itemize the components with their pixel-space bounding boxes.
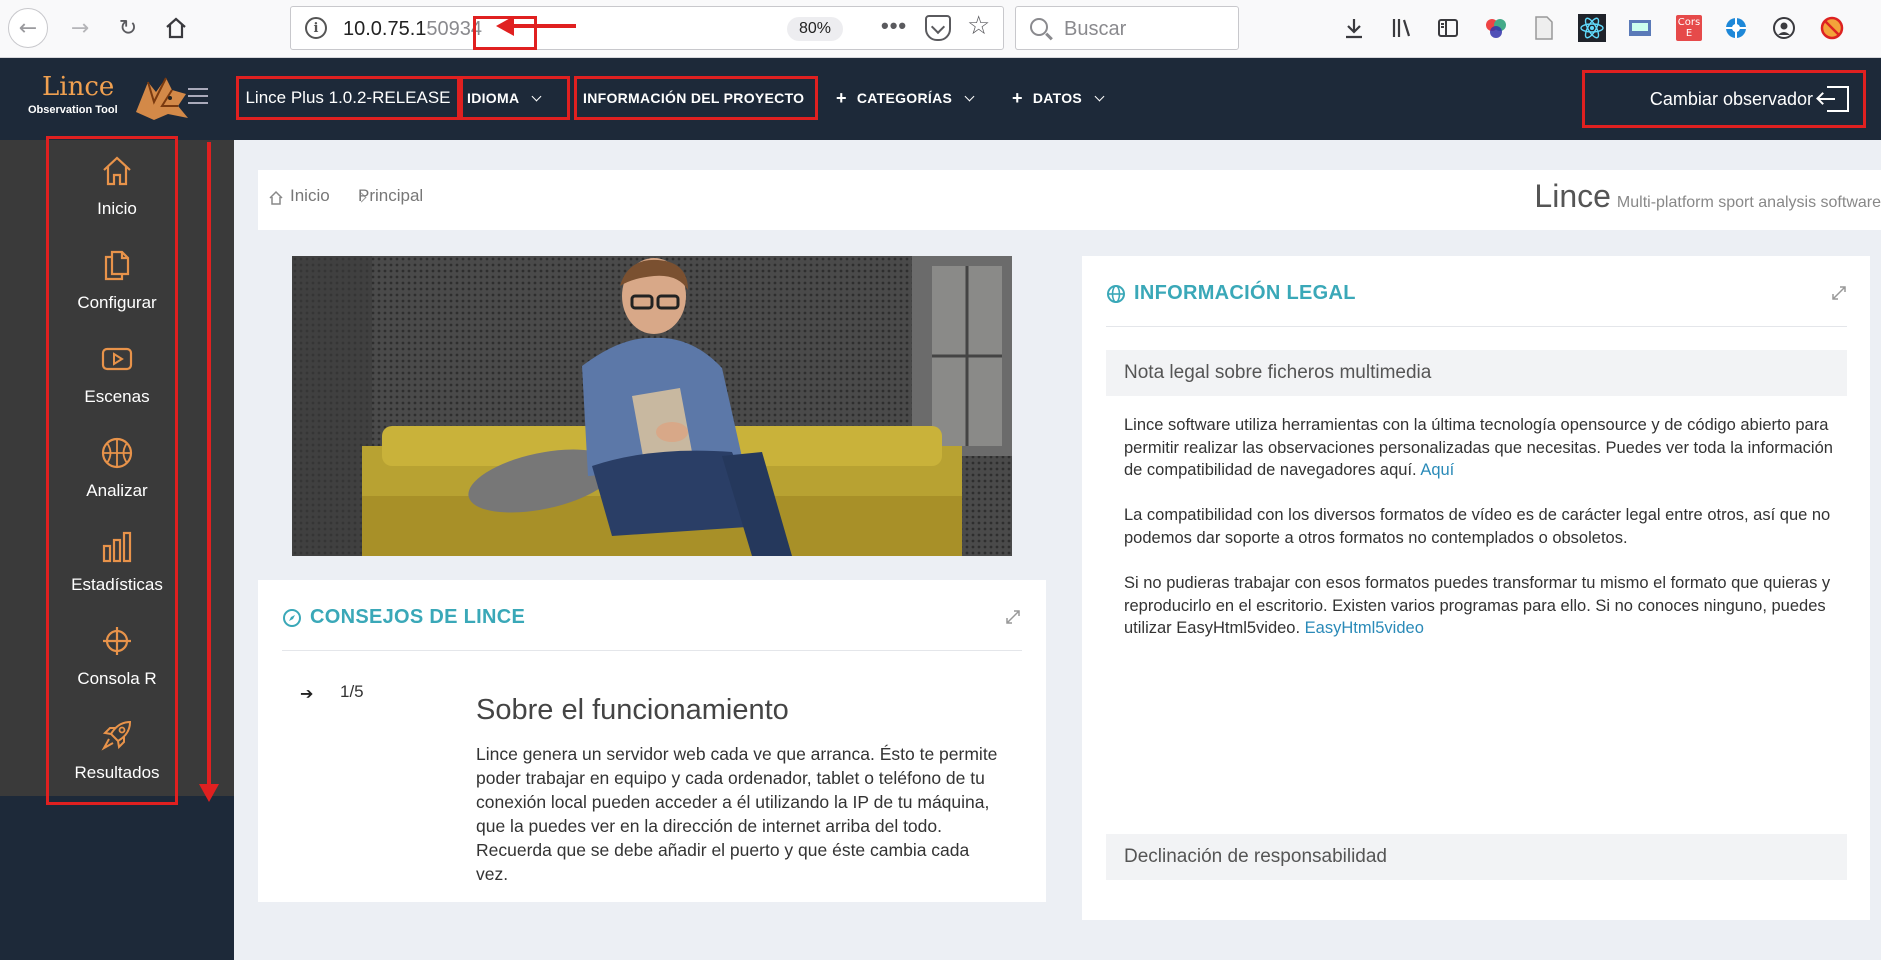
react-devtools-icon[interactable] [1576, 12, 1608, 44]
app-version: Lince Plus 1.0.2-RELEASE [236, 76, 460, 120]
browser-home-button[interactable] [156, 8, 196, 48]
zoom-badge[interactable]: 80% [787, 17, 844, 41]
search-icon [1030, 18, 1048, 36]
plus-icon: + [1012, 87, 1023, 108]
language-menu-label: IDIOMA [467, 90, 520, 106]
legal-title-text: INFORMACIÓN LEGAL [1134, 282, 1356, 304]
forward-button[interactable]: → [60, 8, 100, 48]
change-observer-button[interactable]: Cambiar observador [1582, 70, 1866, 128]
page-actions-icon[interactable]: ••• [881, 13, 907, 39]
page-title: Lince Multi-platform sport analysis softw… [1534, 178, 1881, 215]
hero-image [292, 256, 1012, 556]
plus-icon: + [836, 87, 847, 108]
globe-icon [1107, 284, 1125, 303]
categories-label: CATEGORÍAS [856, 90, 953, 106]
compass-icon [283, 608, 301, 627]
app-header: Lince Observation Tool Lince Plus 1.0.2-… [0, 58, 1881, 140]
legal-p1-text: Lince software utiliza herramientas con … [1124, 416, 1833, 479]
library-icon[interactable] [1386, 12, 1418, 44]
logo-subtitle: Observation Tool [28, 104, 118, 116]
legal-paragraph-2: La compatibilidad con los diversos forma… [1124, 506, 1831, 547]
url-bar[interactable]: i 10.0.75.150934 80% ••• ☆ [290, 6, 1004, 50]
annotation-arrow [496, 16, 576, 36]
categories-menu[interactable]: + CATEGORÍAS [836, 76, 975, 120]
blue-extension-icon[interactable] [1720, 12, 1752, 44]
chevron-down-icon [531, 91, 542, 101]
logout-icon [1819, 86, 1849, 112]
colorful-extension-icon[interactable] [1480, 12, 1512, 44]
legal-paragraph-1: Lince software utiliza herramientas con … [1124, 414, 1840, 482]
chevron-down-icon [964, 91, 975, 101]
tips-title-text: CONSEJOS DE LINCE [310, 606, 526, 628]
tip-heading: Sobre el funcionamiento [476, 694, 789, 726]
project-info-menu[interactable]: INFORMACIÓN DEL PROYECTO [574, 76, 818, 120]
change-observer-label: Cambiar observador [1649, 88, 1813, 109]
breadcrumb-home[interactable]: Inicio [290, 186, 330, 206]
cors-line1: Cors [1677, 17, 1701, 28]
url-host: 10.0.75.1 [343, 18, 427, 40]
lince-logo[interactable]: Lince Observation Tool [22, 70, 190, 126]
menu-toggle-icon[interactable] [188, 88, 208, 104]
legal-panel-title: INFORMACIÓN LEGAL [1106, 282, 1356, 305]
tips-panel: CONSEJOS DE LINCE ➔ 1/5 Sobre el funcion… [258, 580, 1046, 902]
url-text: 10.0.75.150934 [343, 16, 537, 50]
bookmark-star-icon[interactable]: ☆ [967, 10, 990, 41]
compatibility-link[interactable]: Aquí [1420, 461, 1454, 479]
next-tip-icon[interactable]: ➔ [300, 684, 313, 703]
blocked-extension-icon[interactable] [1816, 12, 1848, 44]
sidebar-highlight-box [46, 136, 178, 805]
page-subtitle: Multi-platform sport analysis software [1616, 194, 1881, 211]
scroll-annotation-arrow [199, 142, 219, 802]
legal-section-disclaimer[interactable]: Declinación de responsabilidad [1106, 834, 1847, 880]
home-icon [166, 17, 186, 39]
divider [282, 650, 1022, 651]
tip-body: Lince genera un servidor web cada ve que… [476, 744, 998, 884]
breadcrumb-current: Principal [358, 186, 424, 205]
data-label: DATOS [1032, 90, 1083, 106]
breadcrumb: Inicio Principal Lince Multi-platform spo… [258, 170, 1881, 230]
legal-section-multimedia[interactable]: Nota legal sobre ficheros multimedia [1106, 350, 1847, 396]
download-icon[interactable] [1338, 12, 1370, 44]
back-button[interactable]: ← [8, 8, 48, 48]
cors-line2: E [1685, 28, 1693, 39]
lynx-logo-icon [136, 77, 188, 120]
account-icon[interactable] [1768, 12, 1800, 44]
tips-panel-title: CONSEJOS DE LINCE [282, 606, 525, 629]
reload-button[interactable]: ↻ [108, 8, 148, 48]
expand-icon[interactable] [1832, 286, 1846, 300]
cors-extension-icon[interactable]: Cors E [1676, 15, 1702, 41]
page-title-text: Lince [1534, 178, 1611, 214]
easyhtml5video-link[interactable]: EasyHtml5video [1305, 619, 1424, 637]
logo-title: Lince [42, 72, 115, 102]
search-placeholder: Buscar [1064, 18, 1127, 40]
project-info-label: INFORMACIÓN DEL PROYECTO [583, 90, 805, 106]
chevron-down-icon [1094, 91, 1105, 101]
site-info-icon[interactable]: i [305, 17, 327, 39]
data-menu[interactable]: + DATOS [1012, 76, 1105, 120]
document-extension-icon[interactable] [1528, 12, 1560, 44]
legal-paragraph-3: Si no pudieras trabajar con esos formato… [1124, 572, 1840, 640]
tips-counter: 1/5 [340, 682, 364, 701]
search-bar[interactable]: Buscar [1015, 6, 1239, 50]
sidebar-toggle-icon[interactable] [1432, 12, 1464, 44]
divider [1106, 326, 1847, 327]
legal-p3-text: Si no pudieras trabajar con esos formato… [1124, 574, 1831, 637]
expand-icon[interactable] [1006, 610, 1020, 624]
home-icon [269, 190, 283, 205]
pocket-icon[interactable] [925, 15, 951, 41]
language-menu[interactable]: IDIOMA [460, 76, 570, 120]
screenshot-extension-icon[interactable] [1624, 12, 1656, 44]
browser-toolbar: ← → ↻ i 10.0.75.150934 80% ••• ☆ Buscar [0, 0, 1881, 58]
legal-panel: INFORMACIÓN LEGAL Nota legal sobre fiche… [1082, 256, 1870, 920]
